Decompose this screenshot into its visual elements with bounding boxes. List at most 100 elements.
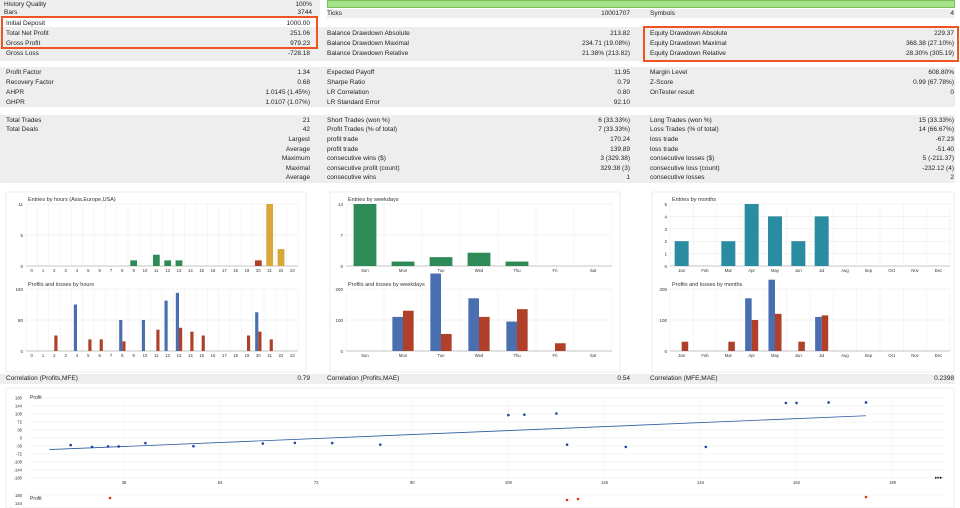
x-tick-label: 17: [222, 268, 227, 273]
scatter-point-0: [69, 443, 72, 447]
x-tick-label: 13: [177, 268, 182, 273]
chart3-series1-bar-19: [247, 335, 251, 351]
x-tick-label: Mar: [725, 353, 733, 358]
x-tick-label: 10: [143, 353, 148, 358]
y-tick-label: 200: [659, 287, 667, 292]
chart-title: Entries by weekdays: [348, 197, 399, 203]
x-tick-label: Thu: [513, 353, 521, 358]
x-tick-label: Fri: [553, 353, 558, 358]
x-tick-label: Apr: [748, 268, 755, 273]
corr-profits-mae-label: Correlation (Profits,MAE): [327, 375, 400, 382]
x-tick-label: Nov: [911, 353, 919, 358]
scatter-y-tick: 144: [15, 404, 23, 409]
scatter-point-3: [117, 445, 121, 448]
corr-profits-mfe-label: Correlation (Profits,MFE): [6, 375, 78, 382]
chart-title: Profits and losses by weekdays: [348, 282, 425, 288]
scatter2-y-tick: 144: [15, 501, 23, 506]
scatter-y-tick: 180: [15, 396, 23, 401]
x-tick-label: 12: [165, 268, 170, 273]
scatter-x-tick: 36: [122, 480, 127, 485]
chart3-series0-bar-12: [164, 300, 168, 351]
chart2-bar-Jan: [674, 241, 689, 266]
chart1-bar-Mon: [391, 261, 415, 266]
scatter-point-15: [704, 445, 708, 449]
scatter-x-tick: 90: [410, 480, 415, 485]
chart3-series1-bar-21: [269, 339, 273, 351]
chart0-bar-20: [254, 260, 262, 266]
y-tick-label: 14: [338, 202, 344, 207]
chart3-series1-bar-5: [88, 339, 92, 351]
chart0-bar-13: [175, 260, 183, 266]
x-tick-label: Jan: [678, 268, 685, 273]
chart3-series1-bar-14: [190, 331, 194, 351]
y-tick-label: 100: [659, 318, 667, 323]
chart4-series0-bar-Thu: [506, 321, 517, 351]
chart5-series0-bar-May: [768, 279, 775, 351]
chart3-series1-bar-6: [99, 339, 103, 351]
x-tick-label: Sun: [361, 268, 369, 273]
chart1-bar-Tue: [429, 257, 453, 266]
x-tick-label: Sep: [865, 353, 873, 358]
chart-title: Profits and losses by hours: [28, 282, 94, 288]
x-tick-label: Mon: [399, 268, 408, 273]
chart5-series0-bar-Jul: [815, 316, 822, 351]
scatter-point-13: [565, 443, 569, 446]
scroll-right-marker[interactable]: ▸▸▸: [935, 474, 943, 482]
chart0-bar-11: [152, 254, 160, 266]
scatter-x-tick: 126: [601, 480, 609, 485]
scatter-y-tick: -180: [14, 476, 23, 481]
x-tick-label: 23: [290, 268, 295, 273]
scatter-y-tick: -144: [14, 468, 23, 473]
x-tick-label: 16: [211, 353, 216, 358]
x-tick-label: Jul: [819, 353, 824, 358]
scatter-y-tick: -36: [16, 444, 23, 449]
chart0-bar-9: [130, 260, 138, 266]
x-tick-label: Apr: [748, 353, 755, 358]
chart5-series0-bar-Apr: [745, 298, 752, 351]
chart3-series0-bar-8: [119, 320, 123, 351]
x-tick-label: 14: [188, 268, 193, 273]
chart3-series1-bar-11: [156, 329, 160, 351]
chart2-bar-Mar: [721, 241, 736, 266]
x-tick-label: 20: [256, 353, 261, 358]
x-tick-label: 19: [245, 268, 250, 273]
chart4-series1-bar-Mon: [403, 310, 414, 351]
scatter-point-2: [106, 445, 110, 448]
chart4-series1-bar-Fri: [555, 343, 566, 351]
x-tick-label: May: [771, 268, 780, 273]
scatter-point-1: [90, 445, 94, 449]
chart3-series1-bar-15: [201, 335, 205, 351]
chart5-series1-bar-Mar: [728, 341, 735, 351]
x-tick-label: Thu: [513, 268, 521, 273]
scatter-point-12: [555, 412, 558, 415]
x-tick-label: 12: [165, 353, 170, 358]
x-tick-label: Mon: [399, 353, 408, 358]
scatter-y-tick: -108: [14, 460, 23, 465]
chart2-bar-Apr: [744, 204, 759, 266]
y-tick-label: 100: [335, 318, 343, 323]
scatter-x-tick: 108: [505, 480, 513, 485]
scatter-point-6: [261, 442, 265, 445]
chart3-series0-bar-13: [175, 292, 179, 351]
scatter-point-18: [827, 401, 830, 404]
scatter-point-14: [624, 445, 628, 449]
chart2-bar-May: [768, 216, 782, 266]
x-tick-label: Jun: [795, 268, 802, 273]
x-tick-label: Fri: [553, 268, 558, 273]
x-tick-label: Nov: [911, 268, 919, 273]
scatter-point-16: [784, 401, 788, 405]
chart2-bar-Jul: [814, 216, 829, 266]
x-tick-label: Oct: [888, 268, 895, 273]
chart5-series1-bar-May: [775, 313, 782, 351]
x-tick-label: Mar: [725, 268, 733, 273]
corr-mfe-mae-value: 0.2398: [934, 375, 954, 382]
x-tick-label: Oct: [888, 353, 895, 358]
x-tick-label: Jan: [678, 353, 685, 358]
x-tick-label: Jul: [819, 268, 824, 273]
scatter-point-9: [378, 443, 382, 446]
scatter-point-19: [864, 401, 868, 404]
scatter2-point-1: [565, 498, 569, 502]
chart3-series0-bar-10: [141, 320, 145, 351]
chart4-series0-bar-Mon: [392, 316, 403, 351]
chart3-series1-bar-8: [122, 341, 126, 351]
